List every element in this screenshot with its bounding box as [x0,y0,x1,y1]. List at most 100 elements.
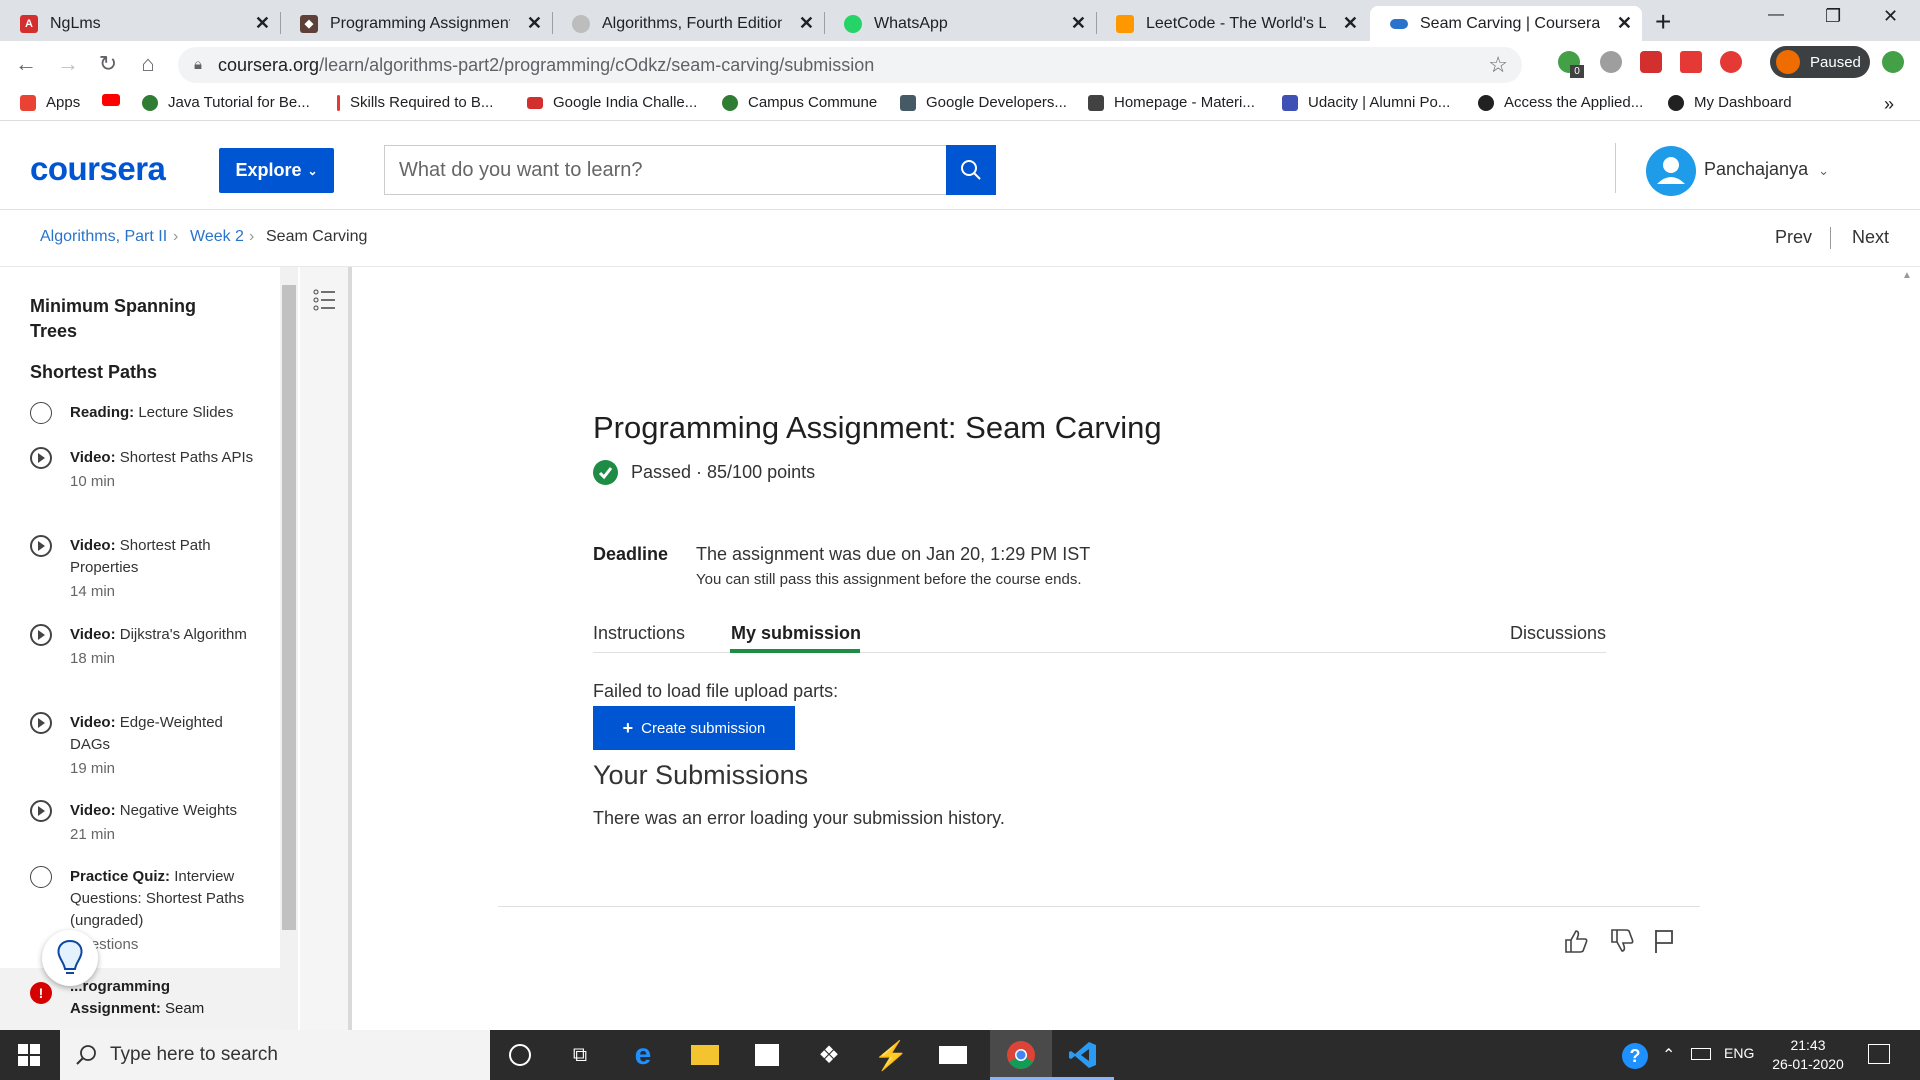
update-icon[interactable] [1882,51,1904,73]
user-avatar[interactable] [1646,146,1696,196]
tab-discussions[interactable]: Discussions [1510,623,1606,644]
chrome-icon [1007,1041,1035,1069]
bookmarks-overflow-icon[interactable]: » [1884,94,1894,115]
bookmark-youtube[interactable] [102,94,130,106]
visual-studio-installer-icon[interactable]: ⚡ [874,1040,909,1071]
tab-my-submission[interactable]: My submission [731,623,861,644]
extension-bulb-icon[interactable] [1600,51,1622,73]
tab-close-icon[interactable]: ✕ [255,13,270,34]
material-icon [1088,94,1104,111]
bookmark-udacity[interactable]: Udacity | Alumni Po... [1282,94,1450,111]
explore-button[interactable]: Explore ⌄ [219,148,334,193]
sidebar-section-mst[interactable]: Minimum Spanning Trees [30,294,240,344]
bookmark-campus-commune[interactable]: Campus Commune [722,94,877,111]
store-icon[interactable] [751,1040,783,1070]
back-arrow-icon[interactable]: ← [12,51,40,77]
submissions-error-text: There was an error loading your submissi… [593,808,1005,828]
bookmark-star-icon[interactable]: ☆ [1488,52,1508,78]
deadline-label: Deadline [593,544,669,564]
mail-icon[interactable] [937,1040,969,1070]
home-icon[interactable]: ⌂ [134,51,162,77]
tab-close-icon[interactable]: ✕ [799,13,814,34]
breadcrumb-separator: › [249,228,255,245]
browser-tab-algorithms[interactable]: Algorithms, Fourth Edition ✕ [552,6,824,41]
minimize-button[interactable]: — [1768,6,1784,24]
browser-tab-leetcode[interactable]: LeetCode - The World's Lead ✕ [1096,6,1368,41]
thumbs-up-icon[interactable] [1563,928,1589,954]
tab-close-icon[interactable]: ✕ [1617,13,1632,34]
coach-lightbulb-button[interactable] [42,930,98,986]
bookmark-access-applied[interactable]: Access the Applied... [1478,94,1643,111]
book-icon [900,94,916,111]
coursera-logo[interactable]: coursera [30,150,166,188]
search-input[interactable]: What do you want to learn? [384,145,947,195]
taskbar-search-input[interactable]: Type here to search [60,1030,490,1080]
vscode-icon [1069,1042,1096,1068]
list-toggle-icon[interactable] [313,289,337,311]
sidebar-section-shortest-paths[interactable]: Shortest Paths [30,360,157,385]
bookmark-skills-required[interactable]: Skills Required to B... [337,94,493,111]
breadcrumb-course[interactable]: Algorithms, Part II [40,228,167,246]
flag-icon[interactable] [1652,928,1676,954]
chrome-taskbar-button[interactable] [990,1030,1052,1080]
file-explorer-icon[interactable] [689,1040,721,1070]
search-button[interactable] [946,145,996,195]
reload-icon[interactable]: ↻ [94,51,122,77]
profile-paused-button[interactable]: Paused [1770,46,1870,78]
passed-check-icon [593,460,618,485]
browser-tab-nglms[interactable]: A NgLms ✕ [0,6,280,41]
task-view-icon[interactable]: ⧉ [564,1040,596,1070]
new-tab-button[interactable]: + [1655,6,1671,38]
restore-button[interactable]: ❐ [1825,6,1841,27]
bookmark-my-dashboard[interactable]: My Dashboard [1668,94,1792,111]
windows-start-icon[interactable] [18,1044,40,1066]
notification-icon[interactable] [1868,1044,1890,1064]
adblock-icon[interactable] [1720,51,1742,73]
leetcode-icon [1116,14,1134,33]
plus-icon: + [622,717,634,738]
video-play-icon [30,447,52,469]
page-scroll-up-icon[interactable]: ▲ [1902,270,1912,281]
bookmark-java-tutorial[interactable]: Java Tutorial for Be... [142,94,310,111]
user-name[interactable]: Panchajanya ⌄ [1704,159,1829,180]
cortana-icon[interactable] [504,1040,536,1070]
tab-instructions[interactable]: Instructions [593,623,685,644]
chevron-up-icon[interactable]: ⌃ [1662,1045,1675,1065]
breadcrumb-week[interactable]: Week 2 [190,228,244,246]
create-submission-button[interactable]: + Create submission [593,706,795,750]
submissions-heading: Your Submissions [593,760,809,790]
coursera-icon [1390,18,1408,29]
vscode-taskbar-button[interactable] [1052,1030,1114,1080]
browser-tab-seam-carving[interactable]: Seam Carving | Coursera ✕ [1370,6,1642,41]
bookmark-google-developers[interactable]: Google Developers... [900,94,1067,111]
active-tab-indicator [730,649,860,653]
next-link[interactable]: Next [1852,227,1889,248]
browser-tab-whatsapp[interactable]: WhatsApp ✕ [824,6,1096,41]
prev-link[interactable]: Prev [1775,227,1812,248]
video-play-icon [30,535,52,557]
thumbs-down-icon[interactable] [1609,928,1635,954]
browser-tab-programming-assignment[interactable]: ◆ Programming Assignment 2: ✕ [280,6,552,41]
address-bar[interactable]: 🔒︎ coursera.org/learn/algorithms-part2/p… [178,47,1522,83]
battery-icon[interactable] [1691,1048,1711,1060]
tab-close-icon[interactable]: ✕ [1343,13,1358,34]
pocket-icon[interactable] [1640,51,1662,73]
browser-tab-strip: A NgLms ✕ ◆ Programming Assignment 2: ✕ … [0,0,1920,41]
forward-arrow-icon[interactable]: → [54,51,82,77]
pdf-icon[interactable] [1680,51,1702,73]
tab-close-icon[interactable]: ✕ [527,13,542,34]
language-indicator[interactable]: ENG [1724,1045,1754,1061]
lock-icon: 🔒︎ [194,56,202,73]
bookmark-apps[interactable]: Apps [20,94,80,111]
window-close-button[interactable]: ✕ [1883,6,1898,27]
system-clock[interactable]: 21:43 26-01-2020 [1768,1036,1848,1074]
sidebar-scroll-thumb[interactable] [282,285,296,930]
search-icon [961,160,981,180]
sidebar-item-seam-carving-active[interactable]: ! ...rogramming Assignment: Seam [0,968,280,1030]
tab-close-icon[interactable]: ✕ [1071,13,1086,34]
help-icon[interactable]: ? [1622,1043,1648,1069]
bookmark-homepage-materi[interactable]: Homepage - Materi... [1088,94,1255,111]
edge-browser-icon[interactable]: e [627,1038,659,1071]
bookmark-google-india[interactable]: Google India Challe... [527,94,697,111]
dropbox-icon[interactable]: ❖ [813,1040,845,1070]
